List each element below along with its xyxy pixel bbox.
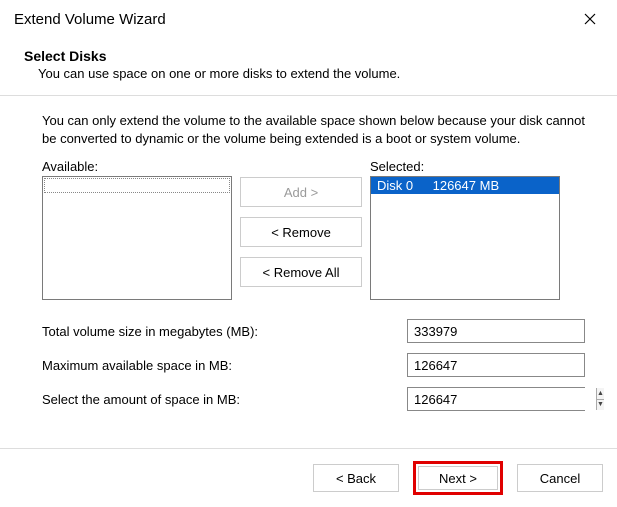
amount-row: Select the amount of space in MB: ▲ ▼ xyxy=(42,386,585,412)
selected-column: Selected: Disk 0 126647 MB xyxy=(370,159,560,300)
remove-all-button[interactable]: < Remove All xyxy=(240,257,362,287)
back-button[interactable]: < Back xyxy=(313,464,399,492)
spin-down-button[interactable]: ▼ xyxy=(597,400,604,411)
spin-buttons: ▲ ▼ xyxy=(596,388,604,410)
amount-spinner[interactable]: ▲ ▼ xyxy=(407,387,585,411)
next-button-highlight: Next > xyxy=(413,461,503,495)
available-empty-row xyxy=(44,178,230,193)
size-fields: Total volume size in megabytes (MB): 333… xyxy=(42,318,585,412)
content-area: You can only extend the volume to the av… xyxy=(0,95,617,449)
titlebar: Extend Volume Wizard xyxy=(0,0,617,34)
amount-input[interactable] xyxy=(408,388,596,410)
info-text: You can only extend the volume to the av… xyxy=(42,112,585,147)
available-label: Available: xyxy=(42,159,232,174)
close-icon xyxy=(584,13,596,25)
spin-up-button[interactable]: ▲ xyxy=(597,388,604,400)
remove-button[interactable]: < Remove xyxy=(240,217,362,247)
total-size-value: 333979 xyxy=(407,319,585,343)
wizard-window: Extend Volume Wizard Select Disks You ca… xyxy=(0,0,617,507)
cancel-button[interactable]: Cancel xyxy=(517,464,603,492)
total-size-label: Total volume size in megabytes (MB): xyxy=(42,324,407,339)
available-listbox[interactable] xyxy=(42,176,232,300)
max-space-value: 126647 xyxy=(407,353,585,377)
disk-lists-row: Available: Add > < Remove < Remove All S… xyxy=(42,159,585,300)
page-subtitle: You can use space on one or more disks t… xyxy=(38,66,593,81)
max-space-label: Maximum available space in MB: xyxy=(42,358,407,373)
total-size-row: Total volume size in megabytes (MB): 333… xyxy=(42,318,585,344)
list-item[interactable]: Disk 0 126647 MB xyxy=(371,177,559,194)
max-space-row: Maximum available space in MB: 126647 xyxy=(42,352,585,378)
wizard-header: Select Disks You can use space on one or… xyxy=(0,34,617,95)
available-column: Available: xyxy=(42,159,232,300)
page-heading: Select Disks xyxy=(24,48,593,64)
transfer-buttons: Add > < Remove < Remove All xyxy=(240,159,362,300)
amount-label: Select the amount of space in MB: xyxy=(42,392,407,407)
next-button[interactable]: Next > xyxy=(418,466,498,490)
add-button[interactable]: Add > xyxy=(240,177,362,207)
wizard-footer: < Back Next > Cancel xyxy=(0,449,617,507)
close-button[interactable] xyxy=(573,6,607,32)
selected-listbox[interactable]: Disk 0 126647 MB xyxy=(370,176,560,300)
window-title: Extend Volume Wizard xyxy=(14,11,573,28)
selected-label: Selected: xyxy=(370,159,560,174)
